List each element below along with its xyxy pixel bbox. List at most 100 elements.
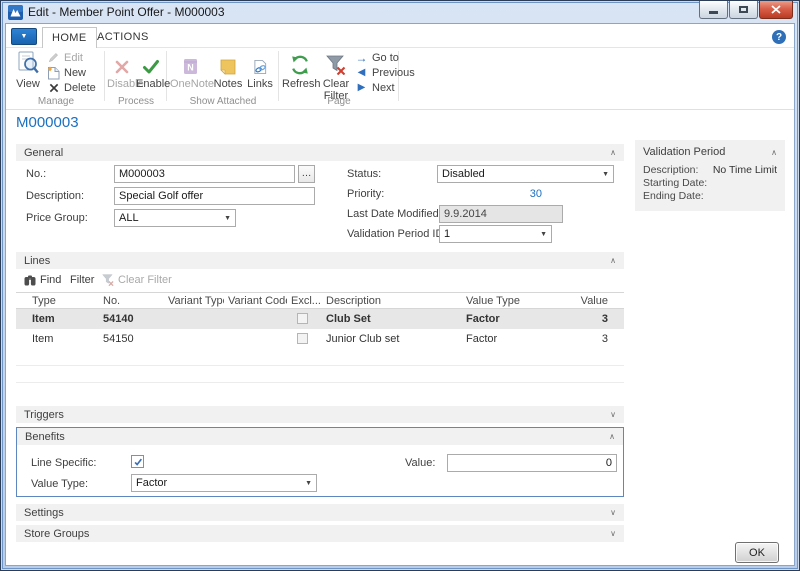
ellipsis-icon: … <box>302 171 312 177</box>
new-button[interactable]: New <box>46 65 96 80</box>
find-binoculars-icon <box>24 275 36 286</box>
status-select[interactable]: Disabled▼ <box>437 165 614 183</box>
ribbon-group-page: Refresh Clear Filter → Go to ◀ Previous <box>282 49 396 107</box>
benefits-section-header[interactable]: Benefits ∧ <box>17 428 623 445</box>
app-menu-button[interactable]: ▼ <box>11 28 37 45</box>
validation-period-id-select[interactable]: 1▼ <box>439 225 552 243</box>
onenote-icon: N <box>170 49 212 75</box>
empty-row <box>16 366 624 383</box>
dropdown-icon: ▼ <box>305 480 312 487</box>
lines-clear-filter-button: Clear Filter <box>102 274 172 286</box>
window-body: ▼ HOME ACTIONS ? View Edit <box>5 23 795 566</box>
page-title: M000003 <box>16 114 79 131</box>
value-type-select[interactable]: Factor▼ <box>131 474 317 492</box>
value-label: Value: <box>405 457 435 469</box>
factbox-row: Description:No Time Limit <box>643 164 777 177</box>
description-field[interactable]: Special Golf offer <box>114 187 315 205</box>
chevron-down-icon: ▼ <box>21 33 28 40</box>
store-groups-section-header[interactable]: Store Groups ∨ <box>16 525 624 542</box>
window-title: Edit - Member Point Offer - M000003 <box>28 5 225 19</box>
ribbon-group-process: Disable Enable Process <box>107 49 165 107</box>
lines-grid: Type No. Variant Type Variant Code Excl.… <box>16 292 624 383</box>
ok-button[interactable]: OK <box>735 542 779 563</box>
notes-button[interactable]: Notes <box>212 49 244 90</box>
dropdown-icon: ▼ <box>602 171 609 178</box>
goto-button[interactable]: → Go to <box>354 50 415 65</box>
clear-filter-button[interactable]: Clear Filter <box>319 49 353 102</box>
links-icon <box>244 49 276 75</box>
previous-button[interactable]: ◀ Previous <box>354 65 415 80</box>
ribbon-separator <box>166 51 167 101</box>
find-button[interactable]: Find <box>24 274 61 286</box>
line-specific-label: Line Specific: <box>31 457 96 469</box>
enable-button[interactable]: Enable <box>136 49 166 90</box>
line-specific-checkbox[interactable] <box>131 455 144 468</box>
refresh-button[interactable]: Refresh <box>282 49 318 90</box>
lines-section-header[interactable]: Lines ∧ <box>16 252 624 269</box>
onenote-button: N OneNote <box>170 49 212 90</box>
ribbon-separator <box>104 51 105 101</box>
table-row[interactable]: Item 54150 Junior Club set Factor 3 <box>16 329 624 349</box>
delete-button[interactable]: Delete <box>46 80 96 95</box>
close-button[interactable] <box>759 1 793 19</box>
view-icon <box>12 49 44 75</box>
close-icon <box>771 5 781 14</box>
validation-period-factbox: Validation Period ∧ Description:No Time … <box>635 140 785 211</box>
exclude-checkbox[interactable] <box>297 333 308 344</box>
edit-button: Edit <box>46 50 96 65</box>
disable-button: Disable <box>107 49 137 90</box>
refresh-icon <box>282 49 318 75</box>
svg-text:N: N <box>187 63 194 73</box>
view-button[interactable]: View <box>12 49 44 90</box>
factbox-row: Starting Date: <box>643 177 777 190</box>
next-icon: ▶ <box>354 82 369 93</box>
edit-pencil-icon <box>46 52 61 63</box>
chevron-down-icon: ∨ <box>610 410 616 419</box>
chevron-down-icon: ∨ <box>610 508 616 517</box>
ribbon-group-show-attached: N OneNote Notes Links Show Attached <box>170 49 276 107</box>
table-row[interactable]: Item 54140 Club Set Factor 3 <box>16 309 624 329</box>
clear-filter-icon <box>319 49 353 75</box>
triggers-section-header[interactable]: Triggers ∨ <box>16 406 624 423</box>
titlebar[interactable]: Edit - Member Point Offer - M000003 <box>1 1 799 23</box>
enable-check-icon <box>136 49 166 75</box>
window: Edit - Member Point Offer - M000003 ▼ HO… <box>0 0 800 571</box>
description-label: Description: <box>26 190 84 202</box>
maximize-button[interactable] <box>729 1 758 19</box>
clear-filter-icon <box>102 274 114 286</box>
priority-field[interactable]: 30 <box>437 185 547 203</box>
last-date-modified-field: 9.9.2014 <box>439 205 563 223</box>
dropdown-icon: ▼ <box>224 215 231 222</box>
validation-period-id-label: Validation Period ID: <box>347 228 446 240</box>
new-page-icon <box>46 66 61 80</box>
ribbon-separator <box>278 51 279 101</box>
minimize-icon <box>709 11 718 14</box>
price-group-select[interactable]: ALL▼ <box>114 209 236 227</box>
empty-row <box>16 349 624 366</box>
no-field[interactable]: M000003 <box>114 165 295 183</box>
minimize-button[interactable] <box>699 1 728 19</box>
factbox-row: Ending Date: <box>643 190 777 203</box>
help-icon[interactable]: ? <box>772 30 786 44</box>
filter-button[interactable]: Filter <box>70 274 94 286</box>
tab-home[interactable]: HOME <box>42 27 97 48</box>
ribbon-divider <box>6 109 794 110</box>
tab-actions[interactable]: ACTIONS <box>88 27 158 48</box>
app-icon <box>8 5 23 20</box>
value-field[interactable]: 0 <box>447 454 617 472</box>
dropdown-icon: ▼ <box>540 231 547 238</box>
no-lookup-button[interactable]: … <box>298 165 315 183</box>
status-label: Status: <box>347 168 381 180</box>
factbox-title[interactable]: Validation Period <box>643 146 771 158</box>
next-button[interactable]: ▶ Next <box>354 80 415 95</box>
delete-x-icon <box>46 83 61 93</box>
links-button[interactable]: Links <box>244 49 276 90</box>
chevron-up-icon: ∧ <box>610 148 616 157</box>
general-section-header[interactable]: General ∧ <box>16 144 624 161</box>
settings-section-header[interactable]: Settings ∨ <box>16 504 624 521</box>
priority-label: Priority: <box>347 188 384 200</box>
previous-icon: ◀ <box>354 67 369 78</box>
exclude-checkbox[interactable] <box>297 313 308 324</box>
price-group-label: Price Group: <box>26 212 88 224</box>
benefits-section: Benefits ∧ Line Specific: Value Type: Fa… <box>16 427 624 497</box>
